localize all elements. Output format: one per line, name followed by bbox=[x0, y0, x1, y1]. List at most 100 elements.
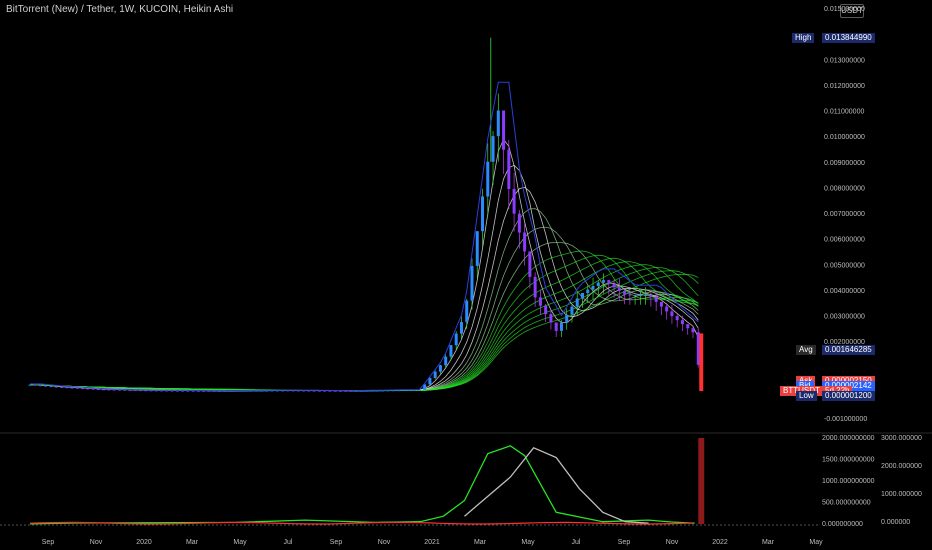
price-tag-low-label: Low bbox=[796, 391, 817, 402]
volume-spike bbox=[698, 438, 705, 524]
candle-body bbox=[128, 389, 132, 391]
price-tag-avg-label: Avg bbox=[796, 345, 816, 356]
candle-body bbox=[481, 196, 485, 232]
candle-body bbox=[633, 295, 637, 296]
candle-body bbox=[496, 110, 500, 137]
candle-body bbox=[465, 300, 469, 323]
ribbon-line bbox=[29, 138, 699, 392]
time-tick-label: May bbox=[521, 539, 535, 546]
candle-body bbox=[54, 386, 58, 388]
time-tick-label: Mar bbox=[474, 539, 487, 546]
candle-body bbox=[602, 280, 606, 283]
candle-body bbox=[528, 251, 532, 277]
candle-body bbox=[486, 161, 490, 197]
candle-body bbox=[491, 136, 495, 162]
candle-body bbox=[575, 298, 579, 307]
time-tick-label: Sep bbox=[330, 539, 343, 546]
price-tick-label: 0.013000000 bbox=[824, 57, 865, 64]
candle-body bbox=[680, 320, 684, 325]
price-tick-label: 0.011000000 bbox=[824, 109, 864, 116]
time-tick-label: Sep bbox=[618, 539, 631, 546]
candle-body bbox=[44, 385, 48, 387]
candle-body bbox=[623, 290, 627, 295]
candle-body bbox=[433, 371, 437, 378]
candle-body bbox=[533, 276, 537, 298]
price-tick-label: 0.010000000 bbox=[824, 134, 865, 141]
ribbon-line bbox=[29, 254, 699, 391]
price-tick-label: 0.003000000 bbox=[824, 314, 865, 321]
time-tick-label: Sep bbox=[42, 539, 55, 546]
time-tick-label: Nov bbox=[90, 539, 103, 546]
candle-body bbox=[591, 286, 595, 290]
price-tag-avg-value: 0.001646285 bbox=[822, 345, 875, 356]
price-tag-low-value: 0.000001200 bbox=[822, 391, 875, 402]
volume-tick-label: 2000.000000000 bbox=[822, 435, 875, 442]
time-tick-label: May bbox=[233, 539, 247, 546]
candle-body bbox=[96, 388, 100, 390]
candle-body bbox=[538, 297, 542, 306]
time-tick-label: Mar bbox=[186, 539, 199, 546]
candle-body bbox=[617, 287, 621, 291]
price-tag-high-value: 0.013844990 bbox=[822, 32, 875, 43]
candle-body bbox=[686, 324, 690, 329]
price-tick-label: 0.015000000 bbox=[824, 6, 865, 13]
candle-body bbox=[438, 365, 442, 372]
candle-body bbox=[570, 306, 574, 315]
time-tick-label: May bbox=[809, 539, 823, 546]
candle-body bbox=[512, 188, 516, 214]
candle-body bbox=[612, 283, 616, 288]
price-tick-label: -0.001000000 bbox=[824, 416, 867, 423]
candle-body bbox=[596, 282, 600, 287]
price-tick-label: 0.009000000 bbox=[824, 160, 865, 167]
candle-body bbox=[549, 314, 553, 323]
ribbon-line bbox=[29, 242, 699, 392]
candle-body bbox=[444, 356, 448, 366]
time-tick-label: 2021 bbox=[424, 539, 440, 546]
price-tick-label: 0.008000000 bbox=[824, 185, 865, 192]
price-tick-label: 0.004000000 bbox=[824, 288, 865, 295]
volume-right-tick-label: 2000.000000 bbox=[881, 463, 922, 470]
candle-body bbox=[428, 377, 432, 385]
candle-body bbox=[507, 149, 511, 189]
time-tick-label: 2020 bbox=[136, 539, 152, 546]
candle-body bbox=[81, 388, 85, 390]
candle-body bbox=[28, 384, 32, 386]
time-tick-label: Jul bbox=[572, 539, 581, 546]
candle-body bbox=[459, 322, 463, 334]
candle-body bbox=[70, 387, 74, 389]
price-tick-label: 0.006000000 bbox=[824, 237, 865, 244]
candle-body bbox=[117, 389, 121, 391]
candle-body bbox=[86, 388, 90, 390]
volume-right-tick-label: 3000.000000 bbox=[881, 435, 922, 442]
price-tick-label: 0.012000000 bbox=[824, 83, 865, 90]
ribbon-line bbox=[29, 226, 699, 392]
candle-body bbox=[628, 294, 632, 296]
candle-body bbox=[644, 295, 648, 296]
candle-body bbox=[75, 387, 79, 389]
candle-body bbox=[665, 306, 669, 312]
candle-body bbox=[60, 386, 64, 388]
candle-body bbox=[654, 297, 658, 302]
candle-body bbox=[691, 328, 695, 333]
candle-body bbox=[449, 345, 453, 357]
candle-body bbox=[33, 384, 37, 386]
candle-body bbox=[107, 389, 111, 391]
candle-body bbox=[554, 322, 558, 331]
candle-body bbox=[517, 213, 521, 233]
candle-body bbox=[102, 389, 106, 391]
time-tick-label: Nov bbox=[666, 539, 679, 546]
volume-right-tick-label: 1000.000000 bbox=[881, 491, 922, 498]
volume-tick-label: 1000.000000000 bbox=[822, 478, 875, 485]
volume-tick-label: 0.000000000 bbox=[822, 521, 863, 528]
candle-body bbox=[39, 385, 43, 387]
candle-body bbox=[91, 388, 95, 390]
ribbon-line bbox=[29, 208, 699, 392]
time-tick-label: 2022 bbox=[712, 539, 728, 546]
chart-canvas[interactable]: 0.015000000 0.013000000 0.012000000 0.01100… bbox=[0, 0, 932, 550]
candle-body bbox=[470, 265, 474, 301]
volume-right-tick-label: 0.000000 bbox=[881, 519, 910, 526]
time-tick-label: Jul bbox=[284, 539, 293, 546]
price-tag-high-label: High bbox=[792, 32, 815, 43]
candle-body bbox=[112, 389, 116, 391]
volume-tick-label: 1500.000000000 bbox=[822, 457, 875, 464]
